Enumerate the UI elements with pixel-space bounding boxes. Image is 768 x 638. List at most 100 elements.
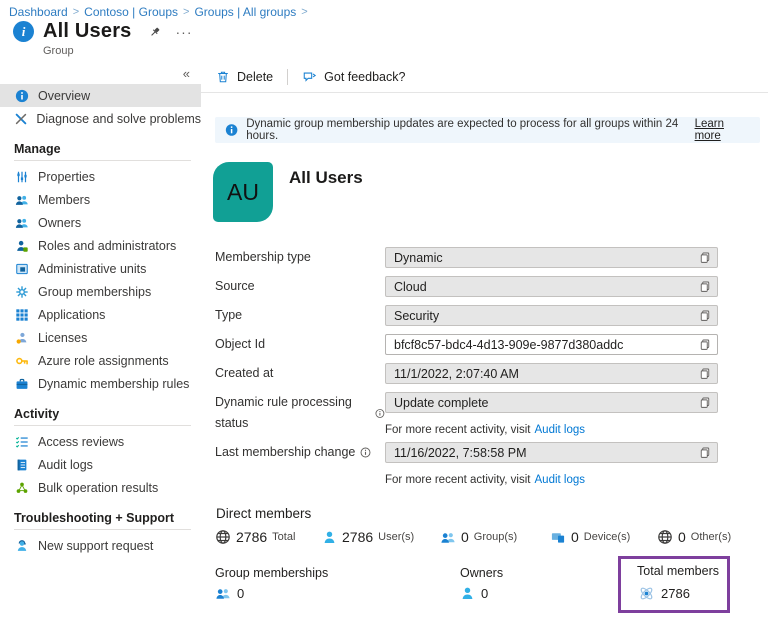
copy-icon[interactable]	[699, 309, 711, 322]
stat-groups[interactable]: 0 Group(s)	[440, 529, 517, 545]
copy-icon[interactable]	[699, 367, 711, 380]
cluster-icon	[14, 481, 30, 495]
sidebar-section-manage: Manage	[14, 140, 201, 158]
group-icon	[215, 586, 231, 601]
field-source: Source Cloud	[215, 276, 721, 305]
briefcase-icon	[14, 377, 30, 391]
group-memberships-label: Group memberships	[215, 566, 328, 580]
sidebar-section-troubleshooting: Troubleshooting + Support	[14, 509, 201, 527]
field-value-box: Update complete	[385, 392, 718, 413]
breadcrumb-all-groups[interactable]: Groups | All groups	[194, 5, 296, 19]
more-menu-button[interactable]: ···	[176, 27, 193, 37]
field-value-box: 11/16/2022, 7:58:58 PM	[385, 442, 718, 463]
page-header: i All Users ···	[13, 20, 193, 43]
pin-button[interactable]	[148, 25, 162, 39]
copy-icon[interactable]	[699, 251, 711, 264]
user-icon	[460, 586, 475, 601]
info-tooltip-icon[interactable]	[360, 447, 371, 458]
breadcrumb-dashboard[interactable]: Dashboard	[9, 5, 68, 19]
learn-more-link[interactable]: Learn more	[695, 118, 750, 142]
stat-users[interactable]: 2786 User(s)	[322, 529, 414, 545]
tools-icon	[14, 112, 28, 126]
group-properties: Membership type Dynamic Source Cloud Typ…	[215, 247, 721, 492]
copy-icon[interactable]	[699, 338, 711, 351]
info-icon	[225, 123, 238, 137]
sidebar-item-new-support-request[interactable]: New support request	[0, 534, 201, 557]
copy-icon[interactable]	[699, 280, 711, 293]
audit-logs-link[interactable]: Audit logs	[535, 474, 586, 486]
field-helper: For more recent activity, visitAudit log…	[215, 471, 721, 492]
field-object-id: Object Id bfcf8c57-bdc4-4d13-909e-9877d3…	[215, 334, 721, 363]
members-icon	[14, 193, 30, 207]
breadcrumb-separator: >	[301, 6, 307, 18]
breadcrumb-contoso-groups[interactable]: Contoso | Groups	[84, 5, 178, 19]
page-subtitle: Group	[43, 45, 74, 57]
total-members-value[interactable]: 2786	[638, 585, 690, 602]
audit-logs-link[interactable]: Audit logs	[535, 424, 586, 436]
banner-text: Dynamic group membership updates are exp…	[246, 118, 686, 142]
sidebar-item-licenses[interactable]: Licenses	[0, 326, 201, 349]
field-value-box: 11/1/2022, 2:07:40 AM	[385, 363, 718, 384]
field-type: Type Security	[215, 305, 721, 334]
sidebar-item-roles[interactable]: Roles and administrators	[0, 234, 201, 257]
sidebar-item-bulk-operation-results[interactable]: Bulk operation results	[0, 476, 201, 499]
total-members-label: Total members	[637, 564, 719, 578]
sidebar-item-audit-logs[interactable]: Audit logs	[0, 453, 201, 476]
field-dynamic-rule-status: Dynamic rule processing status Update co…	[215, 392, 721, 421]
gear-icon	[14, 285, 30, 299]
sidebar-item-applications[interactable]: Applications	[0, 303, 201, 326]
administrative-units-icon	[14, 262, 30, 276]
sidebar-item-members[interactable]: Members	[0, 188, 201, 211]
owners-icon	[14, 216, 30, 230]
stat-others[interactable]: 0 Other(s)	[657, 529, 731, 545]
sidebar-item-group-memberships[interactable]: Group memberships	[0, 280, 201, 303]
page-title: All Users	[43, 20, 132, 43]
breadcrumb: Dashboard > Contoso | Groups > Groups | Al…	[9, 5, 308, 19]
sidebar-item-dynamic-membership-rules[interactable]: Dynamic membership rules	[0, 372, 201, 395]
main-content: Delete Got feedback? Dynamic group membe…	[201, 62, 768, 638]
sidebar-item-access-reviews[interactable]: Access reviews	[0, 430, 201, 453]
breadcrumb-separator: >	[73, 6, 79, 18]
sidebar-item-owners[interactable]: Owners	[0, 211, 201, 234]
sidebar-item-admin-units[interactable]: Administrative units	[0, 257, 201, 280]
roles-icon	[14, 239, 30, 253]
checklist-icon	[14, 435, 30, 449]
delete-button[interactable]: Delete	[216, 70, 273, 84]
info-tooltip-icon[interactable]	[375, 408, 385, 419]
device-icon	[550, 530, 566, 545]
copy-icon[interactable]	[699, 396, 711, 409]
field-value-box: bfcf8c57-bdc4-4d13-909e-9877d380addc	[385, 334, 718, 355]
globe-icon	[215, 529, 231, 545]
licenses-icon	[14, 331, 30, 345]
field-last-membership-change: Last membership change 11/16/2022, 7:58:…	[215, 442, 721, 471]
stat-devices[interactable]: 0 Device(s)	[550, 529, 630, 545]
owners-value[interactable]: 0	[460, 586, 488, 601]
group-icon	[440, 530, 456, 545]
log-book-icon	[14, 458, 30, 472]
sidebar-section-activity: Activity	[14, 405, 201, 423]
stat-total[interactable]: 2786 Total	[215, 529, 295, 545]
sidebar-item-overview[interactable]: Overview	[0, 84, 201, 107]
sidebar-collapse-button[interactable]: «	[183, 66, 190, 81]
key-icon	[14, 354, 30, 368]
feedback-button[interactable]: Got feedback?	[302, 70, 405, 84]
sidebar-item-diagnose[interactable]: Diagnose and solve problems	[0, 107, 201, 130]
sidebar-item-properties[interactable]: Properties	[0, 165, 201, 188]
properties-icon	[14, 170, 30, 184]
info-banner: Dynamic group membership updates are exp…	[215, 117, 760, 143]
grid-icon	[14, 308, 30, 322]
globe-icon	[657, 529, 673, 545]
feedback-icon	[302, 70, 317, 84]
group-memberships-value[interactable]: 0	[215, 586, 244, 601]
direct-members-heading: Direct members	[216, 506, 311, 521]
support-person-icon	[14, 539, 30, 553]
divider	[287, 69, 288, 85]
sidebar-item-azure-role-assignments[interactable]: Azure role assignments	[0, 349, 201, 372]
copy-icon[interactable]	[699, 446, 711, 459]
field-value-box: Security	[385, 305, 718, 326]
owners-label: Owners	[460, 566, 503, 580]
user-icon	[322, 530, 337, 545]
trash-icon	[216, 70, 230, 84]
field-value-box: Cloud	[385, 276, 718, 297]
info-icon	[14, 89, 30, 103]
